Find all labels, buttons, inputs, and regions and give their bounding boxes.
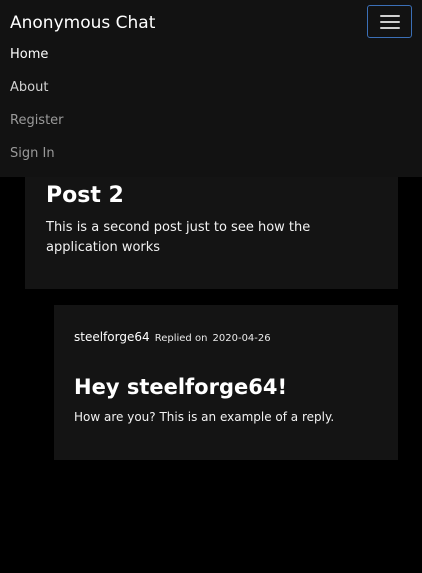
reply-meta: steelforge64 Replied on 2020-04-26	[74, 328, 271, 347]
navbar-toggle-button[interactable]	[367, 5, 412, 38]
navbar: Anonymous Chat Home About Register Sign …	[0, 0, 422, 177]
reply-body: How are you? This is an example of a rep…	[74, 410, 335, 424]
post-title: Post 2	[46, 183, 124, 208]
reply-replied-label: Replied on	[154, 333, 208, 344]
hamburger-bar	[380, 15, 400, 17]
brand-link[interactable]: Anonymous Chat	[10, 12, 155, 34]
nav-link-register[interactable]: Register	[10, 112, 64, 130]
reply-author: steelforge64	[74, 330, 150, 344]
reply-date: 2020-04-26	[212, 333, 271, 344]
nav-link-about[interactable]: About	[10, 79, 48, 97]
hamburger-bar	[380, 27, 400, 29]
reply-card: steelforge64 Replied on 2020-04-26 Hey s…	[54, 305, 398, 460]
reply-title: Hey steelforge64!	[74, 375, 288, 399]
nav-link-home[interactable]: Home	[10, 46, 48, 64]
post-body: This is a second post just to see how th…	[46, 220, 311, 255]
hamburger-bar	[380, 21, 400, 23]
nav-link-sign-in[interactable]: Sign In	[10, 145, 55, 163]
